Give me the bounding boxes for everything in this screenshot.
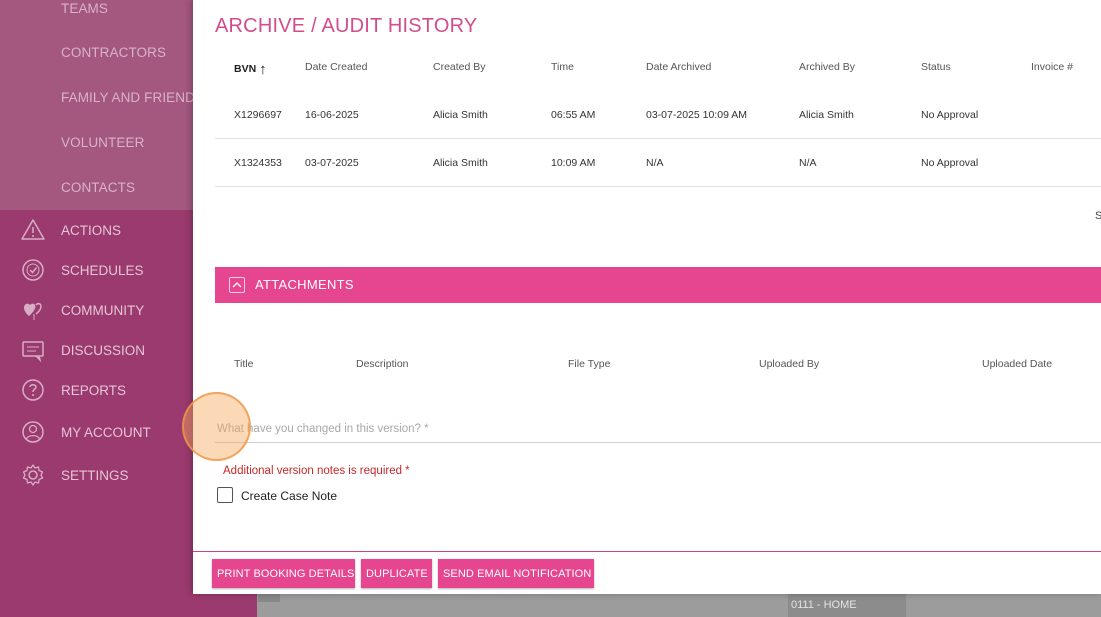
user-icon — [20, 420, 46, 444]
create-case-note-checkbox[interactable] — [217, 487, 233, 503]
column-header-file-type[interactable]: File Type — [568, 358, 610, 370]
page-title: ARCHIVE / AUDIT HISTORY — [215, 15, 478, 37]
sidebar-subitem-teams[interactable]: TEAMS — [61, 1, 108, 16]
cell-status: No Approval — [921, 109, 979, 121]
cell-time: 06:55 AM — [551, 109, 596, 121]
clock-icon — [20, 258, 46, 282]
version-notes-field[interactable] — [215, 413, 1101, 443]
column-header-uploaded-date[interactable]: Uploaded Date — [982, 358, 1052, 370]
cell-archived-by: N/A — [799, 157, 817, 169]
column-header-title[interactable]: Title — [234, 358, 253, 370]
cell-time: 10:09 AM — [551, 157, 596, 169]
cell-status: No Approval — [921, 157, 979, 169]
sidebar-subitem-family-and-friends[interactable]: FAMILY AND FRIENDS — [61, 90, 204, 105]
column-header-date-created[interactable]: Date Created — [305, 61, 367, 73]
hearts-icon — [20, 298, 46, 322]
table-row[interactable]: X1324353 03-07-2025 Alicia Smith 10:09 A… — [215, 139, 1101, 187]
column-header-time[interactable]: Time — [551, 61, 574, 73]
validation-error: Additional version notes is required * — [223, 465, 410, 477]
cell-date-archived: N/A — [646, 157, 664, 169]
warning-triangle-icon — [20, 218, 46, 242]
attachments-section-header[interactable]: ATTACHMENTS — [215, 267, 1101, 303]
column-header-created-by[interactable]: Created By — [433, 61, 486, 73]
section-title: ATTACHMENTS — [255, 277, 354, 292]
column-header-description[interactable]: Description — [356, 358, 409, 370]
sidebar-item-label: COMMUNITY — [61, 303, 145, 318]
send-email-notification-button[interactable]: SEND EMAIL NOTIFICATION — [438, 559, 594, 588]
column-header-bvn[interactable]: BVN ↑ — [234, 61, 267, 78]
gear-icon — [20, 463, 46, 487]
sidebar-item-label: ACTIONS — [61, 223, 122, 238]
cell-archived-by: Alicia Smith — [799, 109, 854, 121]
column-header-archived-by[interactable]: Archived By — [799, 61, 855, 73]
column-header-invoice[interactable]: Invoice # — [1031, 61, 1073, 73]
background-cell: 0111 - HOME — [788, 593, 906, 617]
print-booking-details-button[interactable]: PRINT BOOKING DETAILS — [212, 559, 355, 588]
cell-bvn: X1296697 — [234, 109, 282, 121]
background-page — [257, 592, 1101, 617]
audit-history-modal: ARCHIVE / AUDIT HISTORY BVN ↑ Date Create… — [193, 0, 1101, 594]
reports-icon — [20, 378, 46, 402]
arrow-up-icon: ↑ — [259, 61, 267, 78]
create-case-note-label[interactable]: Create Case Note — [241, 489, 337, 503]
sidebar-subitem-contacts[interactable]: CONTACTS — [61, 180, 135, 195]
click-indicator — [182, 392, 251, 461]
cell-date-archived: 03-07-2025 10:09 AM — [646, 109, 747, 121]
column-header-label: BVN — [234, 63, 257, 75]
sidebar-item-label: REPORTS — [61, 383, 127, 398]
cell-bvn: X1324353 — [234, 157, 282, 169]
column-header-status[interactable]: Status — [921, 61, 951, 73]
column-header-uploaded-by[interactable]: Uploaded By — [759, 358, 819, 370]
sidebar-item-label: SCHEDULES — [61, 263, 144, 278]
sidebar-item-label: MY ACCOUNT — [61, 425, 151, 440]
truncated-text: S — [1095, 210, 1101, 222]
cell-date-created: 03-07-2025 — [305, 157, 359, 169]
sidebar-subitem-volunteer[interactable]: VOLUNTEER — [61, 135, 144, 150]
sidebar-item-label: DISCUSSION — [61, 343, 146, 358]
cell-created-by: Alicia Smith — [433, 109, 488, 121]
version-notes-input[interactable] — [217, 419, 1077, 439]
column-header-date-archived[interactable]: Date Archived — [646, 61, 711, 73]
footer-divider — [193, 551, 1101, 552]
duplicate-button[interactable]: DUPLICATE — [361, 559, 432, 588]
table-row[interactable]: X1296697 16-06-2025 Alicia Smith 06:55 A… — [215, 91, 1101, 139]
chat-icon — [20, 338, 46, 363]
cell-created-by: Alicia Smith — [433, 157, 488, 169]
sidebar-subitem-contractors[interactable]: CONTRACTORS — [61, 45, 166, 60]
sidebar-item-label: SETTINGS — [61, 468, 129, 483]
cell-date-created: 16-06-2025 — [305, 109, 359, 121]
chevron-up-icon[interactable] — [229, 277, 245, 293]
